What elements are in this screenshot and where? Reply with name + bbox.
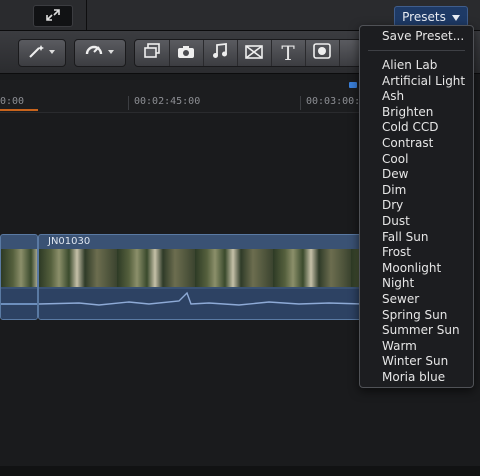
clip-thumbnails [1, 249, 37, 287]
expand-icon [45, 7, 61, 26]
menu-item-preset[interactable]: Brighten [382, 105, 433, 119]
rotate-icon [83, 42, 117, 64]
menu-item-preset[interactable]: Frost [382, 245, 411, 259]
ruler-tick [128, 96, 129, 110]
menu-item-preset[interactable]: Night [382, 276, 414, 290]
menu-item-preset[interactable]: Dew [382, 167, 408, 181]
fullscreen-button[interactable] [33, 5, 73, 27]
title-icon: T [281, 41, 295, 65]
ruler-label: 00:02:45:00 [134, 96, 201, 107]
divider [86, 0, 87, 30]
menu-item-preset[interactable]: Sewer [382, 292, 419, 306]
menu-item-preset[interactable]: Moonlight [382, 261, 441, 275]
enhance-button[interactable] [18, 39, 66, 67]
magic-wand-icon [27, 43, 57, 63]
ruler-label: 00:03:00: [306, 96, 361, 107]
ruler-label: 0:00 [0, 96, 25, 107]
presets-button[interactable]: Presets [394, 6, 468, 27]
generator-icon [313, 43, 331, 63]
titles-browser-button[interactable]: T [271, 40, 306, 66]
menu-separator [368, 50, 465, 51]
transitions-browser-button[interactable] [237, 40, 272, 66]
audio-waveform [39, 289, 363, 319]
menu-item-preset[interactable]: Dry [382, 198, 403, 212]
music-browser-button[interactable] [203, 40, 238, 66]
menu-item-preset[interactable]: Warm [382, 339, 417, 353]
menu-item-preset[interactable]: Alien Lab [382, 58, 437, 72]
bottom-bar [0, 466, 480, 476]
menu-item-preset[interactable]: Fall Sun [382, 230, 428, 244]
menu-item-preset[interactable]: Contrast [382, 136, 433, 150]
menu-item-preset[interactable]: Spring Sun [382, 308, 447, 322]
timeline-clip[interactable] [0, 234, 38, 320]
clip-thumbnails [39, 249, 363, 287]
menu-item-preset[interactable]: Ash [382, 89, 404, 103]
menu-item-preset[interactable]: Dim [382, 183, 406, 197]
menu-item-preset[interactable]: Dust [382, 214, 410, 228]
chevron-down-icon [451, 10, 460, 24]
clip-browser-button[interactable] [135, 40, 170, 66]
menu-item-preset[interactable]: Artificial Light [382, 74, 465, 88]
layers-icon [143, 43, 161, 63]
generators-browser-button[interactable] [305, 40, 340, 66]
retime-button[interactable] [74, 39, 126, 67]
audio-waveform [1, 289, 37, 319]
marker[interactable] [349, 82, 357, 88]
presets-menu: Save Preset... Alien Lab Artificial Light… [359, 25, 474, 388]
menu-item-preset[interactable]: Moria blue [382, 370, 445, 384]
presets-label: Presets [402, 9, 446, 24]
camera-icon [177, 44, 195, 63]
photo-browser-button[interactable] [169, 40, 204, 66]
menu-item-save-preset[interactable]: Save Preset... [382, 29, 464, 43]
transition-icon [245, 44, 263, 63]
browser-toggle-group: T [134, 39, 362, 67]
ruler-tick [300, 96, 301, 110]
menu-item-preset[interactable]: Cold CCD [382, 120, 438, 134]
menu-item-preset[interactable]: Cool [382, 152, 408, 166]
playhead-range [0, 109, 38, 111]
menu-item-preset[interactable]: Winter Sun [382, 354, 448, 368]
clip-name: JN01030 [48, 236, 91, 247]
menu-item-preset[interactable]: Summer Sun [382, 323, 460, 337]
music-icon [212, 42, 228, 63]
